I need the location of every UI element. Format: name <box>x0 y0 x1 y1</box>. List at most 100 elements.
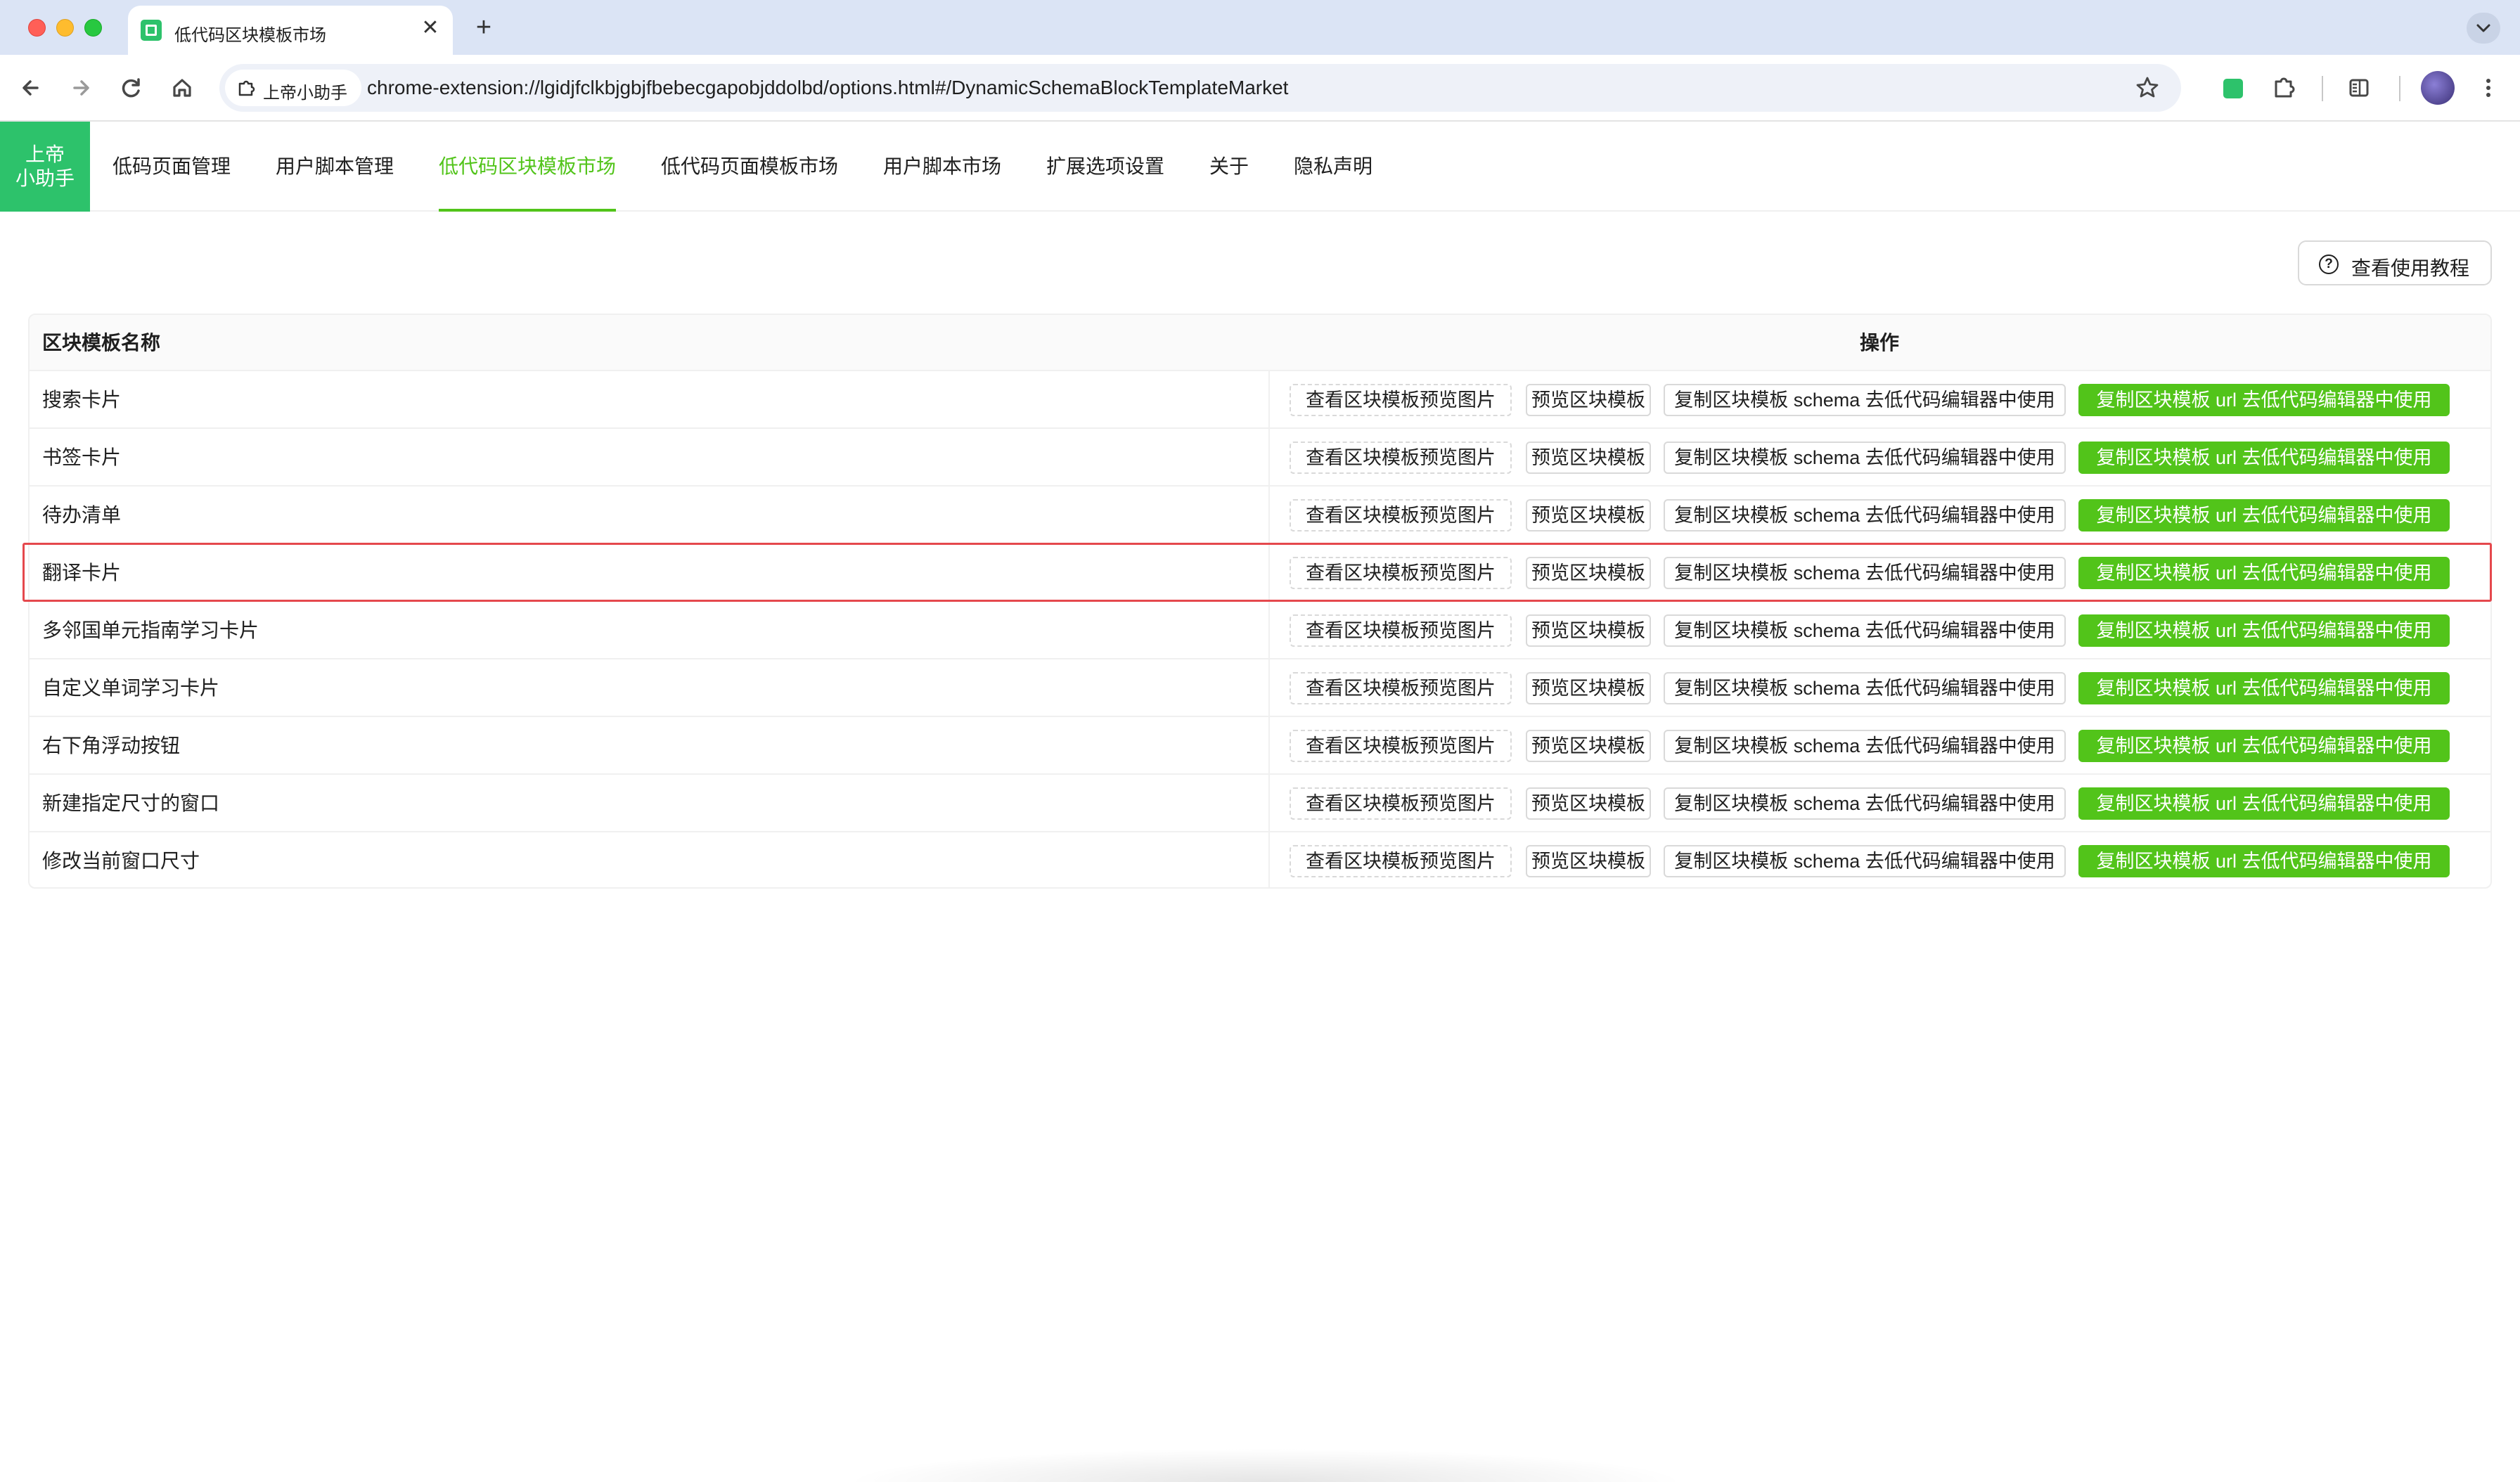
table-row: 待办清单 查看区块模板预览图片 预览区块模板 复制区块模板 schema 去低代码编辑… <box>30 487 2490 544</box>
view-preview-image-button[interactable]: 查看区块模板预览图片 <box>1290 845 1512 877</box>
close-window-button[interactable] <box>28 19 46 37</box>
copy-schema-button[interactable]: 复制区块模板 schema 去低代码编辑器中使用 <box>1664 384 2066 416</box>
copy-schema-button[interactable]: 复制区块模板 schema 去低代码编辑器中使用 <box>1664 557 2066 589</box>
view-preview-image-button[interactable]: 查看区块模板预览图片 <box>1290 557 1512 589</box>
preview-template-button[interactable]: 预览区块模板 <box>1526 499 1651 531</box>
menu-item-extension-settings[interactable]: 扩展选项设置 <box>1046 122 1164 212</box>
template-name-cell: 自定义单词学习卡片 <box>42 677 220 699</box>
view-tutorial-button[interactable]: ? 查看使用教程 <box>2298 240 2492 285</box>
copy-schema-button[interactable]: 复制区块模板 schema 去低代码编辑器中使用 <box>1664 499 2066 531</box>
reload-button[interactable] <box>114 70 149 105</box>
reload-icon <box>122 78 140 98</box>
home-icon <box>173 79 191 97</box>
view-preview-image-button[interactable]: 查看区块模板预览图片 <box>1290 614 1512 647</box>
bookmark-button[interactable] <box>2133 74 2161 102</box>
copy-url-button[interactable]: 复制区块模板 url 去低代码编辑器中使用 <box>2078 787 2450 820</box>
preview-template-button[interactable]: 预览区块模板 <box>1526 614 1651 647</box>
window-shadow <box>844 1448 1688 1482</box>
template-name-cell: 待办清单 <box>42 504 122 526</box>
copy-url-button[interactable]: 复制区块模板 url 去低代码编辑器中使用 <box>2078 499 2450 531</box>
menu-item-about[interactable]: 关于 <box>1209 122 1249 212</box>
menu-item-user-scripts[interactable]: 用户脚本管理 <box>276 122 394 212</box>
puzzle-icon <box>238 80 255 96</box>
logo-line-1: 上帝 <box>25 143 65 165</box>
table-row: 书签卡片 查看区块模板预览图片 预览区块模板 复制区块模板 schema 去低代码编辑… <box>30 429 2490 487</box>
table-row: 多邻国单元指南学习卡片 查看区块模板预览图片 预览区块模板 复制区块模板 schema… <box>30 602 2490 659</box>
preview-template-button[interactable]: 预览区块模板 <box>1526 384 1651 416</box>
block-template-table: 区块模板名称 操作 搜索卡片 查看区块模板预览图片 预览区块模板 复制区块模板 sch… <box>28 314 2492 889</box>
column-header-actions: 操作 <box>1859 332 1899 354</box>
close-tab-icon[interactable]: ✕ <box>418 15 443 41</box>
arrow-right-icon <box>73 80 89 96</box>
menu-item-page-template-market[interactable]: 低代码页面模板市场 <box>661 122 838 212</box>
menu-item-block-template-market[interactable]: 低代码区块模板市场 <box>439 122 617 212</box>
address-bar[interactable]: 上帝小助手 chrome-extension://lgidjfclkbjgbjf… <box>219 64 2181 112</box>
column-header-name: 区块模板名称 <box>42 332 161 354</box>
copy-url-button[interactable]: 复制区块模板 url 去低代码编辑器中使用 <box>2078 384 2450 416</box>
preview-template-button[interactable]: 预览区块模板 <box>1526 672 1651 704</box>
view-preview-image-button[interactable]: 查看区块模板预览图片 <box>1290 499 1512 531</box>
copy-schema-button[interactable]: 复制区块模板 schema 去低代码编辑器中使用 <box>1664 787 2066 820</box>
template-name-cell: 修改当前窗口尺寸 <box>42 850 200 872</box>
copy-schema-button[interactable]: 复制区块模板 schema 去低代码编辑器中使用 <box>1664 845 2066 877</box>
template-name-cell: 翻译卡片 <box>42 562 122 584</box>
copy-url-button[interactable]: 复制区块模板 url 去低代码编辑器中使用 <box>2078 614 2450 647</box>
copy-url-button[interactable]: 复制区块模板 url 去低代码编辑器中使用 <box>2078 730 2450 762</box>
table-row: 自定义单词学习卡片 查看区块模板预览图片 预览区块模板 复制区块模板 schema 去… <box>30 659 2490 717</box>
copy-schema-button[interactable]: 复制区块模板 schema 去低代码编辑器中使用 <box>1664 614 2066 647</box>
url-text[interactable]: chrome-extension://lgidjfclkbjgbjfbebecg… <box>367 77 1288 99</box>
preview-template-button[interactable]: 预览区块模板 <box>1526 730 1651 762</box>
copy-schema-button[interactable]: 复制区块模板 schema 去低代码编辑器中使用 <box>1664 730 2066 762</box>
side-panel-button[interactable] <box>2341 70 2377 105</box>
copy-url-button[interactable]: 复制区块模板 url 去低代码编辑器中使用 <box>2078 557 2450 589</box>
template-name-cell: 书签卡片 <box>42 446 122 468</box>
template-name-cell: 多邻国单元指南学习卡片 <box>42 619 259 641</box>
preview-template-button[interactable]: 预览区块模板 <box>1526 557 1651 589</box>
profile-avatar[interactable] <box>2421 71 2455 105</box>
view-preview-image-button[interactable]: 查看区块模板预览图片 <box>1290 787 1512 820</box>
preview-template-button[interactable]: 预览区块模板 <box>1526 845 1651 877</box>
table-row: 右下角浮动按钮 查看区块模板预览图片 预览区块模板 复制区块模板 schema 去低代… <box>30 717 2490 775</box>
table-row: 新建指定尺寸的窗口 查看区块模板预览图片 预览区块模板 复制区块模板 schema 去… <box>30 775 2490 832</box>
site-info-chip[interactable]: 上帝小助手 <box>225 70 361 106</box>
menu-item-privacy[interactable]: 隐私声明 <box>1294 122 1372 212</box>
new-tab-button[interactable]: + <box>468 13 499 44</box>
copy-schema-button[interactable]: 复制区块模板 schema 去低代码编辑器中使用 <box>1664 442 2066 474</box>
copy-url-button[interactable]: 复制区块模板 url 去低代码编辑器中使用 <box>2078 672 2450 704</box>
preview-template-button[interactable]: 预览区块模板 <box>1526 787 1651 820</box>
browser-menu-button[interactable] <box>2471 70 2506 105</box>
view-preview-image-button[interactable]: 查看区块模板预览图片 <box>1290 442 1512 474</box>
table-header: 区块模板名称 操作 <box>30 315 2490 371</box>
extension-app-icon <box>2223 79 2243 98</box>
copy-url-button[interactable]: 复制区块模板 url 去低代码编辑器中使用 <box>2078 845 2450 877</box>
preview-template-button[interactable]: 预览区块模板 <box>1526 442 1651 474</box>
tab-search-button[interactable] <box>2467 13 2500 44</box>
toolbar-divider <box>2322 76 2323 101</box>
more-vertical-icon <box>2486 79 2490 97</box>
back-button[interactable] <box>13 70 49 105</box>
app-logo: 上帝 小助手 <box>0 122 90 212</box>
extension-button[interactable] <box>2215 70 2250 105</box>
view-preview-image-button[interactable]: 查看区块模板预览图片 <box>1290 384 1512 416</box>
copy-url-button[interactable]: 复制区块模板 url 去低代码编辑器中使用 <box>2078 442 2450 474</box>
minimize-window-button[interactable] <box>56 19 74 37</box>
menu-item-lowcode-pages[interactable]: 低码页面管理 <box>112 122 231 212</box>
chevron-down-icon <box>2476 24 2490 32</box>
question-circle-icon: ? <box>2319 254 2339 274</box>
view-tutorial-label: 查看使用教程 <box>2351 257 2470 279</box>
arrow-left-icon <box>22 80 39 96</box>
tab-title: 低代码区块模板市场 <box>174 26 326 45</box>
extensions-menu-button[interactable] <box>2267 70 2302 105</box>
template-name-cell: 右下角浮动按钮 <box>42 735 181 756</box>
forward-button[interactable] <box>63 70 98 105</box>
maximize-window-button[interactable] <box>84 19 102 37</box>
view-preview-image-button[interactable]: 查看区块模板预览图片 <box>1290 672 1512 704</box>
copy-schema-button[interactable]: 复制区块模板 schema 去低代码编辑器中使用 <box>1664 672 2066 704</box>
top-menu: 上帝 小助手 低码页面管理 用户脚本管理 低代码区块模板市场 低代码页面模板市场… <box>0 122 2520 212</box>
table-row: 搜索卡片 查看区块模板预览图片 预览区块模板 复制区块模板 schema 去低代码编辑… <box>30 371 2490 429</box>
home-button[interactable] <box>165 70 200 105</box>
view-preview-image-button[interactable]: 查看区块模板预览图片 <box>1290 730 1512 762</box>
browser-tab[interactable]: 低代码区块模板市场 ✕ <box>128 6 453 55</box>
menu-item-script-market[interactable]: 用户脚本市场 <box>883 122 1001 212</box>
side-panel-icon <box>2349 79 2369 97</box>
